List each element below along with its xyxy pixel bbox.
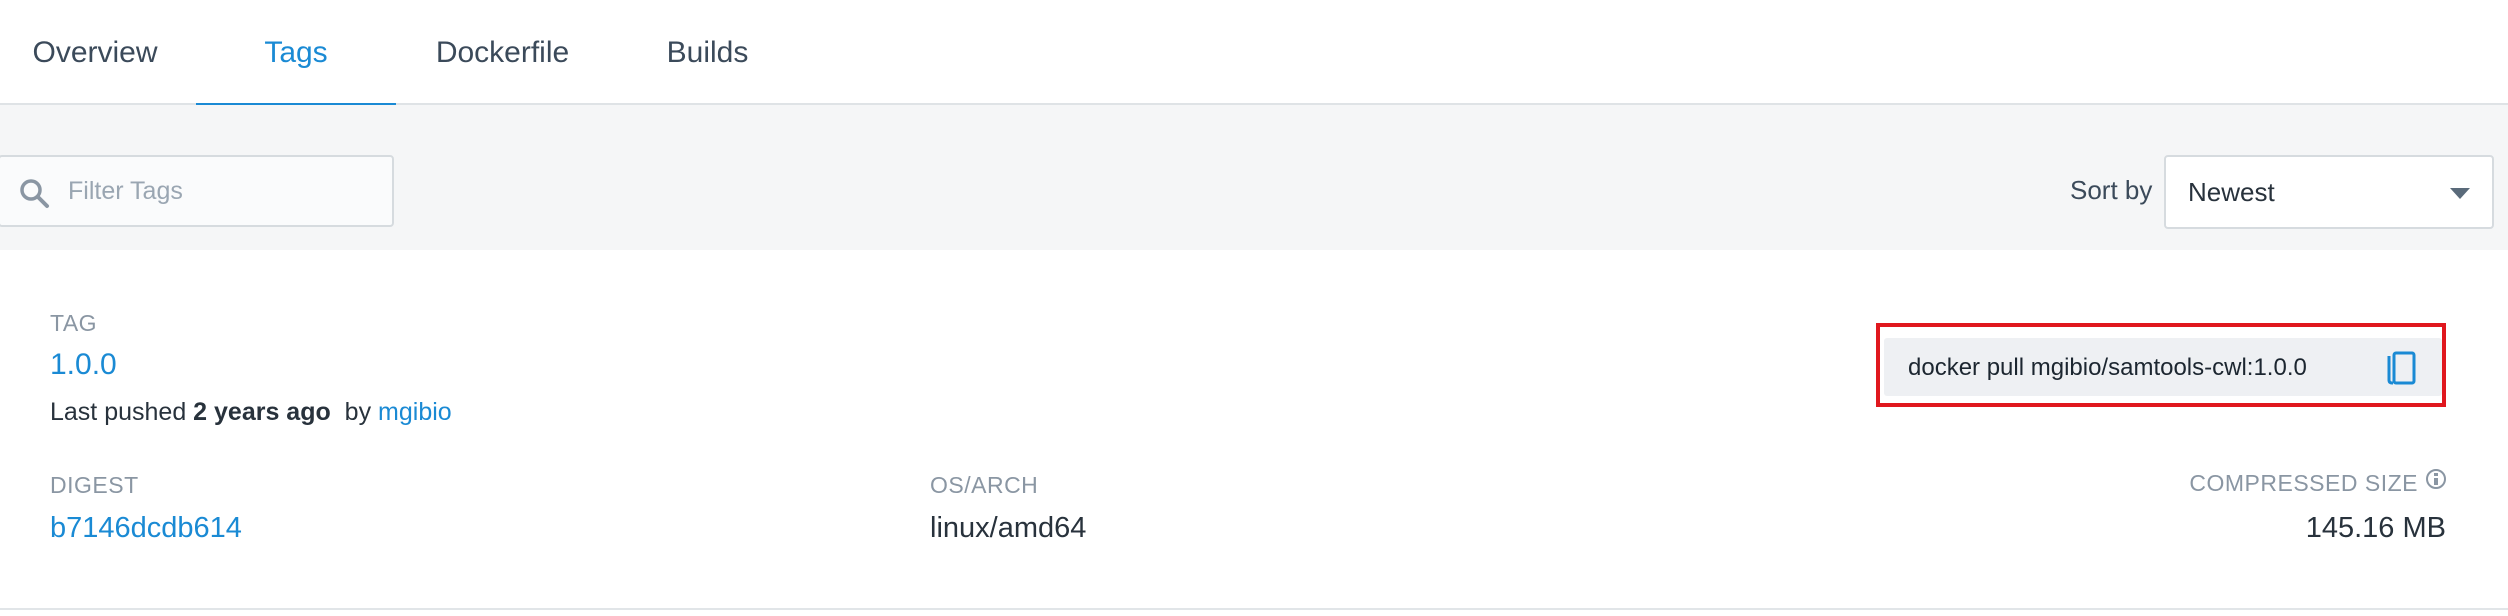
tag-name-link[interactable]: 1.0.0 bbox=[50, 348, 117, 382]
sort-selected-value: Newest bbox=[2188, 177, 2275, 207]
tag-label: TAG bbox=[50, 310, 98, 336]
by-text: by bbox=[344, 398, 372, 426]
pull-command-box: docker pull mgibio/samtools-cwl:1.0.0 bbox=[1884, 338, 2442, 396]
chevron-down-icon bbox=[2450, 188, 2470, 199]
os-arch-label: OS/ARCH bbox=[930, 472, 1039, 498]
copy-icon[interactable] bbox=[2384, 350, 2418, 386]
tab-dockerfile[interactable]: Dockerfile bbox=[400, 0, 605, 105]
tab-bar: Overview Tags Dockerfile Builds bbox=[0, 0, 2508, 107]
compressed-size-header: COMPRESSED SIZE bbox=[2189, 468, 2446, 497]
sort-select[interactable]: Newest bbox=[2164, 155, 2494, 229]
pushed-by-link[interactable]: mgibio bbox=[378, 398, 452, 426]
tab-tags[interactable]: Tags bbox=[196, 0, 396, 107]
tag-card: TAG 1.0.0 Last pushed 2 years ago by mgi… bbox=[0, 250, 2508, 610]
info-icon[interactable] bbox=[2426, 468, 2446, 489]
search-icon bbox=[20, 179, 49, 208]
compressed-size-label: COMPRESSED SIZE bbox=[2189, 470, 2418, 496]
pull-command-text: docker pull mgibio/samtools-cwl:1.0.0 bbox=[1908, 354, 2307, 381]
tab-builds[interactable]: Builds bbox=[640, 0, 775, 105]
os-arch-value: linux/amd64 bbox=[930, 512, 1087, 544]
filter-bar: Sort by Newest bbox=[0, 105, 2508, 250]
compressed-size-value: 145.16 MB bbox=[2305, 512, 2446, 544]
last-pushed-info: Last pushed 2 years ago by mgibio bbox=[50, 398, 452, 427]
digest-link[interactable]: b7146dcdb614 bbox=[50, 512, 242, 545]
last-pushed-time: 2 years ago bbox=[193, 398, 331, 426]
last-pushed-prefix: Last pushed bbox=[50, 398, 187, 426]
filter-tags-field[interactable] bbox=[0, 155, 394, 227]
digest-label: DIGEST bbox=[50, 472, 139, 498]
sort-by-label: Sort by bbox=[2070, 175, 2153, 205]
filter-tags-input[interactable] bbox=[66, 157, 386, 225]
tab-overview[interactable]: Overview bbox=[0, 0, 190, 105]
